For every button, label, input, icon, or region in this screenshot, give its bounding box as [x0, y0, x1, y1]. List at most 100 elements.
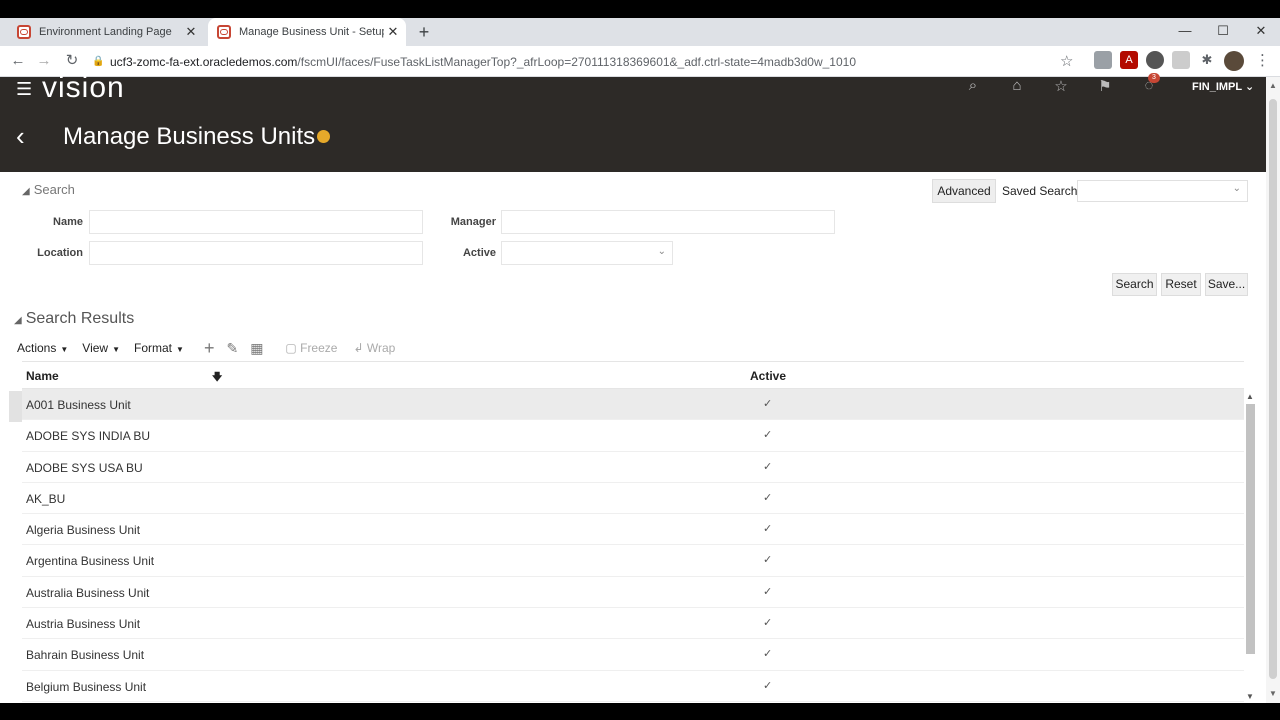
search-icon[interactable]: ⌕ — [962, 77, 984, 95]
cell-name: Australia Business Unit — [26, 585, 150, 600]
export-columns-icon[interactable]: ▦ — [250, 340, 263, 357]
oracle-favicon-icon — [17, 25, 31, 39]
info-icon[interactable] — [317, 130, 331, 143]
table-row[interactable]: A001 Business Unit ✓ — [22, 389, 1244, 421]
cell-name: AK_BU — [26, 491, 66, 506]
table-row[interactable]: Austria Business Unit ✓ — [22, 608, 1244, 640]
browser-tab-environment-landing[interactable]: Environment Landing Page ✕ — [8, 18, 204, 46]
reset-button[interactable]: Reset — [1161, 273, 1201, 296]
format-label: Format — [134, 341, 173, 355]
search-results-header[interactable]: ◢ Search Results — [14, 310, 134, 328]
table-row[interactable]: ADOBE SYS INDIA BU ✓ — [22, 420, 1244, 452]
search-button[interactable]: Search — [1112, 273, 1157, 296]
forward-arrow-icon[interactable]: → — [34, 51, 54, 71]
browser-menu-icon[interactable]: ⋮ — [1255, 51, 1270, 69]
view-menu[interactable]: View ▼ — [82, 341, 120, 355]
active-check-icon: ✓ — [763, 523, 773, 536]
location-field[interactable] — [89, 241, 423, 265]
cell-name: Belgium Business Unit — [26, 679, 147, 694]
table-row[interactable]: ADOBE SYS USA BU ✓ — [22, 452, 1244, 483]
scroll-down-icon[interactable]: ▼ — [1246, 692, 1254, 701]
table-row[interactable]: Belgium Business Unit ✓ — [22, 671, 1244, 702]
actions-menu[interactable]: Actions ▼ — [17, 341, 68, 355]
manager-field[interactable] — [501, 210, 835, 234]
table-row[interactable]: AK_BU ✓ — [22, 483, 1244, 515]
column-header-active[interactable]: Active — [750, 369, 786, 383]
cell-name: ADOBE SYS USA BU — [26, 460, 143, 475]
scrollbar-thumb[interactable] — [1246, 404, 1255, 654]
flag-icon[interactable]: ⚑ — [1094, 77, 1116, 95]
close-icon[interactable]: ✕ — [384, 24, 402, 40]
active-check-icon: ✓ — [763, 585, 773, 598]
back-chevron-icon[interactable]: ‹ — [16, 121, 25, 152]
cell-name: Algeria Business Unit — [26, 523, 141, 538]
back-arrow-icon[interactable]: ← — [8, 51, 28, 71]
chevron-down-icon: ⌄ — [1244, 81, 1255, 93]
browser-tab-manage-business-unit[interactable]: Manage Business Unit - Setup an ✕ — [208, 18, 406, 46]
brand-logo[interactable]: vision — [42, 71, 125, 105]
results-toolbar: Actions ▼ View ▼ Format ▼ + ✎ ▦ ▢ Freeze ↲ … — [17, 338, 411, 358]
name-field[interactable] — [89, 210, 423, 234]
cell-name: ADOBE SYS INDIA BU — [26, 429, 151, 444]
page-scrollbar[interactable]: ▲ ▼ — [1266, 77, 1280, 703]
close-window-icon[interactable]: ✕ — [1242, 18, 1280, 46]
table-header: Name 🡇 Active — [22, 361, 1244, 389]
table-body: A001 Business Unit ✓ ADOBE SYS INDIA BU ✓ AD… — [22, 389, 1244, 702]
minimize-icon[interactable]: — — [1166, 18, 1204, 46]
tab-title: Manage Business Unit - Setup an — [239, 26, 384, 38]
sort-arrow-icon[interactable]: 🡇 — [212, 370, 222, 387]
page-scrollbar-thumb[interactable] — [1269, 99, 1277, 679]
table-row[interactable]: Australia Business Unit ✓ — [22, 577, 1244, 609]
hamburger-menu-icon[interactable]: ☰ — [16, 79, 32, 100]
edit-pencil-icon[interactable]: ✎ — [226, 340, 238, 357]
search-results-label: Search Results — [25, 310, 135, 327]
bookmark-star-icon[interactable]: ☆ — [1060, 52, 1073, 70]
favorites-star-icon[interactable]: ☆ — [1050, 77, 1072, 95]
format-menu[interactable]: Format ▼ — [134, 341, 184, 355]
wrap-button[interactable]: ↲ Wrap — [353, 341, 395, 355]
table-row[interactable]: Algeria Business Unit ✓ — [22, 514, 1244, 546]
saved-search-label: Saved Search — [1002, 184, 1078, 198]
search-section-header[interactable]: ◢ Search — [22, 182, 75, 197]
grey-extension-icon[interactable] — [1172, 51, 1190, 69]
table-row[interactable]: Argentina Business Unit ✓ — [22, 545, 1244, 577]
profile-avatar[interactable] — [1224, 51, 1244, 71]
advanced-button[interactable]: Advanced — [932, 179, 996, 203]
scroll-up-icon[interactable]: ▲ — [1269, 81, 1277, 90]
pdf-extension-icon[interactable]: A — [1120, 51, 1138, 69]
save-button[interactable]: Save... — [1205, 273, 1248, 296]
scroll-down-icon[interactable]: ▼ — [1269, 689, 1277, 698]
notification-badge: 3 — [1148, 73, 1160, 83]
table-row[interactable]: Bahrain Business Unit ✓ — [22, 639, 1244, 671]
scroll-up-icon[interactable]: ▲ — [1246, 392, 1254, 401]
wrap-label: Wrap — [366, 341, 396, 355]
caret-down-icon: ▼ — [112, 345, 120, 354]
manager-label: Manager — [450, 216, 496, 228]
active-select[interactable]: ⌄ — [501, 241, 673, 265]
cell-name: Austria Business Unit — [26, 617, 141, 632]
close-icon[interactable]: ✕ — [182, 24, 200, 40]
url-path: /fscmUI/faces/FuseTaskListManagerTop?_af… — [297, 54, 856, 69]
plus-icon[interactable]: + — [414, 18, 434, 46]
column-header-name[interactable]: Name — [26, 369, 59, 383]
table-scrollbar[interactable]: ▲ ▼ — [1244, 392, 1257, 702]
maximize-icon[interactable]: ☐ — [1204, 18, 1242, 46]
search-header-label: Search — [33, 182, 75, 197]
shield-extension-icon[interactable] — [1094, 51, 1112, 69]
reload-icon[interactable]: ↻ — [62, 51, 82, 71]
freeze-icon: ▢ — [285, 341, 297, 355]
page-title: Manage Business Units — [63, 123, 331, 151]
active-check-icon: ✓ — [763, 554, 773, 567]
add-icon[interactable]: + — [204, 338, 215, 359]
circle-extension-icon[interactable] — [1146, 51, 1164, 69]
chevron-down-icon: ⌄ — [1232, 183, 1241, 194]
page-title-text: Manage Business Units — [63, 123, 316, 150]
puzzle-icon[interactable]: ✱ — [1198, 51, 1216, 69]
saved-search-select[interactable]: ⌄ — [1077, 180, 1248, 202]
active-check-icon: ✓ — [763, 648, 773, 661]
disclosure-triangle-icon: ◢ — [14, 315, 22, 326]
user-menu[interactable]: FIN_IMPL ⌄ — [1192, 80, 1254, 93]
freeze-button[interactable]: ▢ Freeze — [285, 341, 337, 355]
url-field[interactable]: 🔒 ucf3-zomc-fa-ext.oracledemos.com/fscmU… — [92, 50, 1082, 73]
home-icon[interactable]: ⌂ — [1006, 77, 1028, 95]
